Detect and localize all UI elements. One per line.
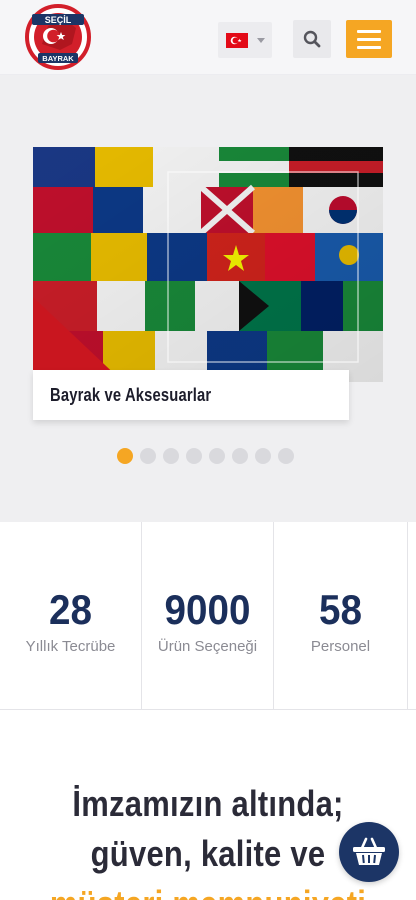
- slide-caption: Bayrak ve Aksesuarlar: [50, 384, 212, 405]
- stat-value: 9000: [164, 586, 251, 633]
- slider-dot-1[interactable]: [117, 448, 133, 464]
- slider-dot-2[interactable]: [140, 448, 156, 464]
- slider-dot-4[interactable]: [186, 448, 202, 464]
- stat-value: 28: [49, 586, 92, 633]
- logo-text-top: SEÇİL: [45, 15, 72, 25]
- slider-dot-5[interactable]: [209, 448, 225, 464]
- language-selector[interactable]: [218, 22, 272, 58]
- shopping-basket-icon: [353, 837, 385, 865]
- stat-products: 9000 Ürün Seçeneği: [142, 522, 274, 710]
- stat-label: Ürün Seçeneği: [157, 638, 258, 655]
- hamburger-menu-button[interactable]: [346, 20, 392, 58]
- tagline-line-3: müşteri memnuniyeti: [29, 883, 387, 900]
- tagline-line-2: güven, kalite ve: [90, 833, 326, 874]
- stat-label: Personel: [310, 638, 371, 655]
- logo-text-bottom: BAYRAK: [42, 54, 74, 63]
- slider-dot-6[interactable]: [232, 448, 248, 464]
- stat-personnel: 58 Personel: [274, 522, 408, 710]
- slide-caption-card[interactable]: Bayrak ve Aksesuarlar: [33, 370, 349, 420]
- hero-slider: Bayrak ve Aksesuarlar: [0, 75, 416, 522]
- tagline-line-1: İmzamızın altında;: [72, 783, 344, 824]
- slider-dot-3[interactable]: [163, 448, 179, 464]
- slider-dot-7[interactable]: [255, 448, 271, 464]
- stat-experience: 28 Yıllık Tecrübe: [0, 522, 142, 710]
- search-icon: [303, 30, 321, 48]
- hamburger-menu-icon: [357, 29, 381, 33]
- stat-value: 58: [319, 586, 362, 633]
- stat-label: Yıllık Tecrübe: [25, 638, 116, 655]
- slider-dot-8[interactable]: [278, 448, 294, 464]
- shopping-basket-button[interactable]: [339, 822, 399, 882]
- secil-bayrak-logo[interactable]: SEÇİL BAYRAK: [22, 4, 94, 70]
- turkey-flag-icon: [226, 32, 248, 48]
- caret-down-icon: [257, 37, 265, 43]
- slider-pagination: [117, 448, 294, 464]
- world-flags-image[interactable]: [33, 147, 383, 382]
- search-button[interactable]: [293, 20, 331, 58]
- site-header: SEÇİL BAYRAK: [0, 0, 416, 75]
- stats-section: 28 Yıllık Tecrübe 9000 Ürün Seçeneği 58 …: [0, 522, 416, 710]
